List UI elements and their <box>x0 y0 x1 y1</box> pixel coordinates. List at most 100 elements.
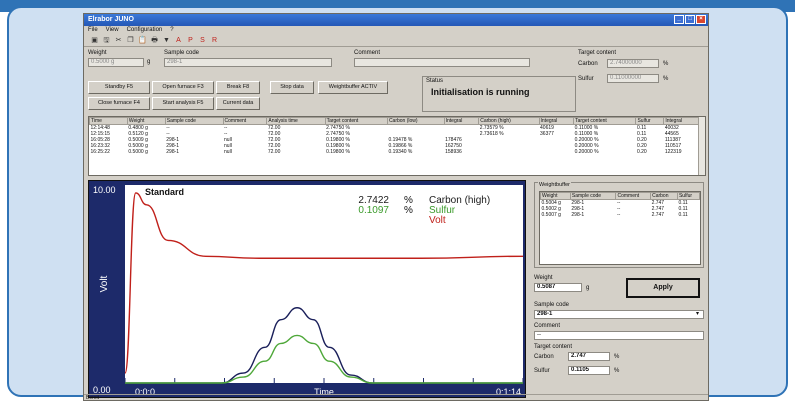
column-header[interactable]: Integral <box>443 117 480 125</box>
menu-view[interactable]: View <box>106 26 119 35</box>
rp-weight-label: Weight <box>534 275 553 281</box>
carbon-label: Carbon <box>578 61 598 67</box>
copy-icon[interactable]: ❐ <box>126 36 135 45</box>
status-bar: Bereit <box>84 394 708 400</box>
a-icon[interactable]: A <box>174 36 183 45</box>
table-cell: 0.19340 % <box>388 149 413 155</box>
menu-help[interactable]: ? <box>170 26 173 35</box>
window-title: Elrabor JUNO <box>88 16 134 23</box>
column-header[interactable]: Carbon (high) <box>478 117 540 125</box>
menu-configuration[interactable]: Configuration <box>127 26 163 35</box>
table-row[interactable]: 16:25:22 0.5000 g 298-1 null 72.00 0.19800 % 0… <box>90 149 699 155</box>
cut-icon[interactable]: ✂ <box>114 36 123 45</box>
column-header[interactable]: Comment <box>615 192 652 200</box>
column-header[interactable]: Carbon (low) <box>386 117 445 125</box>
readout-name: Volt <box>429 215 446 226</box>
filter-icon[interactable]: ▼ <box>162 36 171 45</box>
table-cell: 298-1 <box>571 212 585 218</box>
close-furnace-button[interactable]: Close furnace F4 <box>88 97 150 110</box>
column-header[interactable]: Carbon <box>650 192 678 200</box>
menu-file[interactable]: File <box>88 26 98 35</box>
rp-weight-field[interactable]: 0.5087 <box>534 283 582 292</box>
table-cell: 158936 <box>445 149 462 155</box>
carbon-target-field[interactable]: 2.74000000 <box>607 59 659 68</box>
table-cell: 0.5000 g <box>128 149 148 155</box>
column-header[interactable]: Target content <box>573 117 637 125</box>
comment-label: Comment <box>354 50 381 56</box>
column-header[interactable]: Weight <box>126 117 166 125</box>
plot-area <box>125 185 523 383</box>
column-header[interactable]: Sulfur <box>676 192 700 200</box>
table-cell: -- <box>616 212 621 218</box>
window-controls: _ □ × <box>674 15 706 24</box>
table-cell: 0.11 <box>678 212 688 218</box>
column-header[interactable]: Integral <box>663 117 699 125</box>
minimize-icon[interactable]: _ <box>674 15 684 24</box>
rp-carbon-field[interactable]: 2.747 <box>568 352 610 361</box>
open-furnace-button[interactable]: Open furnace F3 <box>152 81 214 94</box>
column-header[interactable]: Analysis time <box>266 117 326 125</box>
rp-comment-field[interactable]: -- <box>534 331 704 340</box>
y-axis-top-label: 10.00 <box>93 185 116 195</box>
save-icon[interactable]: 🖫 <box>102 36 111 45</box>
maximize-icon[interactable]: □ <box>685 15 695 24</box>
column-header[interactable]: Sulfur <box>635 117 665 125</box>
close-icon[interactable]: × <box>696 15 706 24</box>
column-header[interactable]: Weight <box>540 192 571 200</box>
rp-sulfur-label: Sulfur <box>534 368 550 374</box>
sample-code-label: Sample code <box>164 50 200 56</box>
sample-code-field[interactable]: 298-1 <box>164 58 332 67</box>
table-row[interactable]: 0.5007 g 298-1 -- 2.747 0.11 <box>541 212 700 218</box>
rp-target-content-label: Target content <box>534 344 573 350</box>
comment-field[interactable] <box>354 58 530 67</box>
weightbuffer-label: Weightbuffer <box>538 182 571 188</box>
weightbuffer-header-row: Weight Sample code Comment Carbon Sulfur <box>540 192 700 200</box>
results-table: Time Weight Sample code Comment Analysis… <box>88 116 706 176</box>
table-cell: null <box>224 149 232 155</box>
chart-title: Standard <box>145 187 184 197</box>
app-window: Elrabor JUNO _ □ × File View Configurati… <box>83 13 709 401</box>
print-icon[interactable]: 🖶 <box>150 36 159 45</box>
table-cell: 0.20000 % <box>574 149 599 155</box>
table-cell: 298-1 <box>166 149 180 155</box>
paste-icon[interactable]: 📋 <box>138 36 147 45</box>
chart-svg: 10.000.00Volt0:0:0 Time 0:1:14Standard2.74… <box>93 185 524 397</box>
rp-carbon-unit: % <box>614 354 620 360</box>
sulfur-target-field[interactable]: 0.11000000 <box>607 74 659 83</box>
stop-data-button[interactable]: Stop data <box>270 81 314 94</box>
weight-field[interactable]: 0.5000 g <box>88 58 144 67</box>
column-header[interactable]: Integral <box>538 117 575 125</box>
current-data-button[interactable]: Current data <box>216 97 260 110</box>
rp-sulfur-field[interactable]: 0.1105 <box>568 366 610 375</box>
column-header[interactable]: Sample code <box>164 117 224 125</box>
carbon-unit: % <box>663 61 669 67</box>
readout-unit: % <box>404 205 413 216</box>
rp-sample-code-select[interactable]: 298-1 <box>534 310 704 319</box>
target-content-label: Target content <box>578 50 617 56</box>
status-group: Status Initialisation is running <box>422 76 576 112</box>
column-header[interactable]: Comment <box>222 117 268 125</box>
sulfur-unit: % <box>663 76 669 82</box>
start-analysis-button[interactable]: Start analysis F5 <box>152 97 214 110</box>
table-cell: 2.747 <box>651 212 665 218</box>
y-axis-label: Volt <box>99 275 110 292</box>
p-icon[interactable]: P <box>186 36 195 45</box>
weightbuffer-button[interactable]: Weightbuffer ACTIV <box>318 81 388 94</box>
column-header[interactable]: Sample code <box>569 192 617 200</box>
column-header[interactable]: Target content <box>324 117 388 125</box>
column-header[interactable]: Time <box>89 117 128 125</box>
readout-value: 0.1097 <box>358 205 389 216</box>
r-icon[interactable]: R <box>210 36 219 45</box>
weightbuffer-group: Weightbuffer Weight Sample code Comment … <box>534 182 704 268</box>
table-cell: 16:25:22 <box>90 149 110 155</box>
chevron-down-icon[interactable]: ▾ <box>696 310 699 317</box>
break-button[interactable]: Break F8 <box>216 81 260 94</box>
table-cell: 0.19800 % <box>326 149 350 155</box>
rp-carbon-label: Carbon <box>534 354 554 360</box>
weight-unit: g <box>147 59 151 65</box>
new-icon[interactable]: ▣ <box>90 36 99 45</box>
apply-button[interactable]: Apply <box>626 278 700 298</box>
standby-button[interactable]: Standby F5 <box>88 81 150 94</box>
results-scrollbar[interactable] <box>698 117 705 175</box>
s-icon[interactable]: S <box>198 36 207 45</box>
